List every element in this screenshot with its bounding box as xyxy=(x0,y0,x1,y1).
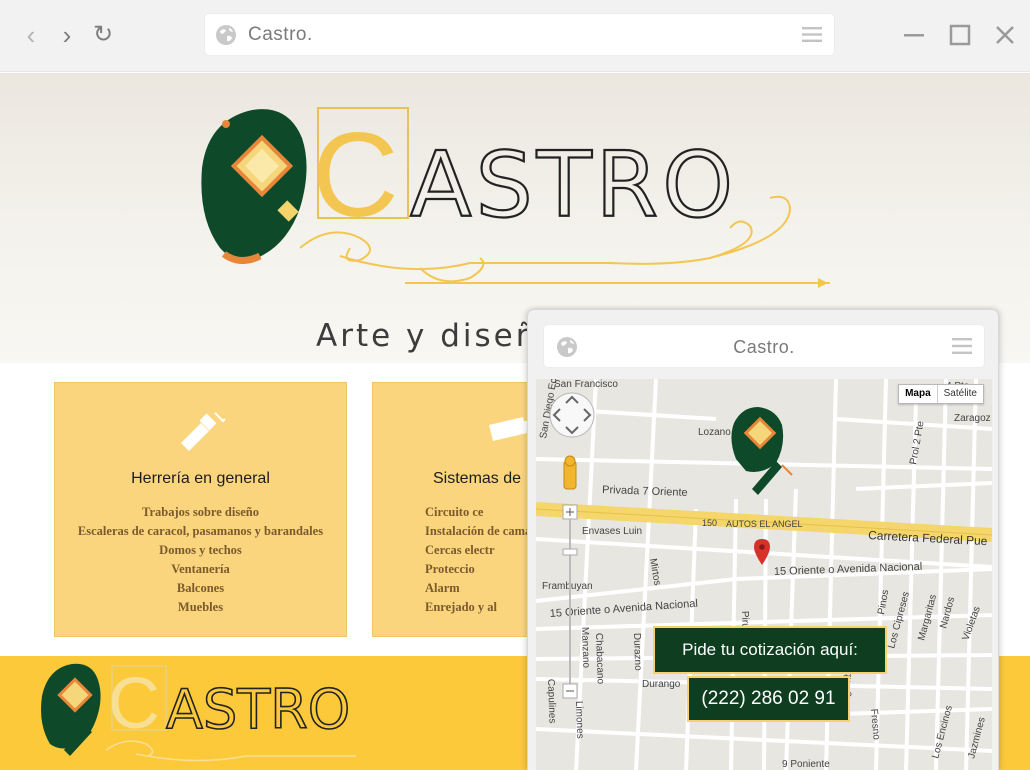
card-title: Herrería en general xyxy=(131,470,270,487)
map-label: Privada 7 Oriente xyxy=(602,484,688,499)
map-label: 9 Poniente xyxy=(782,759,830,770)
map-label: Prol 2 Pte xyxy=(908,420,927,466)
map-label: Limones xyxy=(573,701,585,739)
map-type-satellite[interactable]: Satélite xyxy=(938,385,983,403)
service-item: Balcones xyxy=(176,580,225,595)
map-view[interactable]: San Francisco Lozano Privada 7 Oriente E… xyxy=(536,379,992,770)
service-item: Trabajos sobre diseño xyxy=(142,505,259,519)
map-type-control[interactable]: Mapa Satélite xyxy=(898,384,984,404)
map-logo-marker-icon xyxy=(731,407,793,495)
map-label: Violetas xyxy=(960,605,982,642)
reload-button[interactable]: ↻ xyxy=(90,22,116,48)
map-label: 150 xyxy=(702,518,717,528)
service-item: Escaleras de caracol, pasamanos y barand… xyxy=(77,523,324,538)
footer-logo: C ASTRO xyxy=(41,663,356,762)
globe-icon xyxy=(216,25,236,45)
logo-wordmark: ASTRO xyxy=(410,133,737,238)
quote-button[interactable]: Pide tu cotización aquí: xyxy=(653,626,887,674)
map-label: Pinos xyxy=(876,589,891,616)
map-label: Manzano xyxy=(579,627,591,669)
map-label: Lozano xyxy=(698,427,731,438)
footer-logo-letter-c: C xyxy=(108,664,160,744)
pan-control xyxy=(549,392,595,438)
service-card: Herrería en general Trabajos sobre diseñ… xyxy=(54,382,347,637)
map-label: Frambuyan xyxy=(542,581,593,592)
mobile-preview: Castro. San Francisco Lozano Privada 7 O… xyxy=(527,309,999,770)
phone-button[interactable]: (222) 286 02 91 xyxy=(687,676,850,722)
map-label: Durazno xyxy=(631,633,643,672)
address-title: Castro. xyxy=(248,24,313,45)
map-label: Jazmines xyxy=(966,716,988,760)
service-item: Muebles xyxy=(177,599,224,614)
map-label: Capulines xyxy=(545,679,558,724)
map-label: Durango xyxy=(642,679,681,690)
map-label: Mirtos xyxy=(647,558,663,587)
logo-letter-c: C xyxy=(312,108,399,242)
minimize-icon[interactable] xyxy=(901,22,927,48)
browser-chrome: ‹ › ↻ Castro. xyxy=(0,0,1030,72)
footer-logo-wordmark: ASTRO xyxy=(166,678,350,741)
castro-logo: C ASTRO xyxy=(201,107,830,288)
menu-icon[interactable] xyxy=(952,338,972,354)
mobile-address-title: Castro. xyxy=(733,337,795,357)
address-bar[interactable]: Castro. xyxy=(205,14,834,55)
close-icon[interactable] xyxy=(992,22,1018,48)
menu-icon[interactable] xyxy=(802,27,822,42)
mobile-address-bar[interactable]: Castro. xyxy=(544,325,984,367)
map-type-map[interactable]: Mapa xyxy=(899,385,938,403)
map-pin-icon xyxy=(754,539,770,565)
tagline: Arte y diseño xyxy=(316,318,561,354)
map-label: Chabacano xyxy=(593,633,606,685)
back-button[interactable]: ‹ xyxy=(18,22,44,48)
service-item: Domos y techos xyxy=(159,542,242,557)
welding-mask-icon xyxy=(201,109,307,264)
welding-torch-icon xyxy=(180,412,226,451)
maximize-icon[interactable] xyxy=(947,22,973,48)
pegman-icon xyxy=(563,455,577,490)
forward-button[interactable]: › xyxy=(54,22,80,48)
zoom-slider xyxy=(562,504,578,699)
map-label: AUTOS EL ANGEL xyxy=(726,519,803,529)
map-label: Zaragoz xyxy=(954,413,991,424)
map-label: San Francisco xyxy=(554,379,618,390)
service-item: Ventanería xyxy=(171,561,230,576)
map-label: Envases Luin xyxy=(582,526,642,537)
map-label: 15 Oriente o Avenida Nacional xyxy=(549,598,698,620)
map-label: Fresno xyxy=(868,708,882,740)
